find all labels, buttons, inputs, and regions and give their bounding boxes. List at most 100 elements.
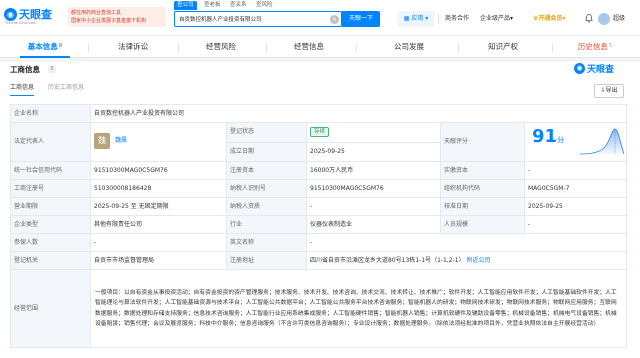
taxpayer-no-value: 91510300MAG0C5GM76 [306, 179, 441, 198]
reg-capital-label: 注册资本 [226, 161, 307, 180]
tab-company-dev[interactable]: 公司发展 [372, 36, 446, 58]
logo-eye-icon: ◉ [574, 63, 585, 74]
search-button[interactable]: 天眼一下 [342, 11, 380, 27]
nav-business-coop[interactable]: 商务合作 [445, 11, 469, 27]
approval-date-value: 2025-09-25 [523, 197, 628, 216]
search-tab-boss[interactable]: 查老板 [204, 1, 221, 10]
biz-reg-no-label: 工商注册号 [10, 179, 91, 198]
tab-basic-info-label: 基本信息 [27, 42, 58, 51]
slogan-banner: 都在用的商业查询工具 国家中小企业发展子基金旗下机构 [68, 7, 166, 27]
top-bar: ◉ 天眼查 TianYanCha.com 都在用的商业查询工具 国家中小企业发展… [0, 0, 640, 36]
user-avatar[interactable] [598, 13, 610, 25]
chevron-down-icon: ▾ [510, 15, 514, 22]
export-button[interactable]: ⇩导出 [594, 84, 624, 98]
reg-capital-value: 16000万人民币 [306, 161, 441, 180]
insured-value: - [90, 233, 227, 252]
credit-code-value: 91510300MAG0C5GM76 [90, 161, 227, 180]
org-code-label: 组织机构代码 [440, 179, 525, 198]
section-gap [0, 58, 640, 62]
tab-litigation[interactable]: 法律诉讼 [96, 36, 170, 58]
table-row: 工商注册号 510300008186428 纳税人识别号 91510300MAG… [10, 179, 628, 198]
tab-ip[interactable]: 知识产权 [466, 36, 540, 58]
insured-label: 参保人数 [10, 233, 91, 252]
company-type-value: 其他有限责任公司 [90, 215, 227, 234]
tab-history-count: 5 [608, 43, 613, 49]
score-distribution-chart [580, 128, 625, 155]
table-row: 企业名称 自贡数控机器人产业投资有限公司 [10, 104, 628, 123]
taxpayer-quali-value: - [306, 197, 441, 216]
logo-text: 天眼查 [19, 8, 52, 21]
search-box[interactable]: 自贡数控机器人产业投资有限公司 × [174, 11, 342, 27]
english-name-label: 英文名称 [226, 233, 307, 252]
english-name-value: - [305, 233, 628, 252]
nav-enterprise-products-label: 企业级产品 [480, 15, 511, 22]
subtab-history-biz-info[interactable]: 历史工商信息 [48, 82, 84, 96]
main-tabs: 基本信息8 法律诉讼 经营风险 经营信息 公司发展 知识产权 历史信息5 [0, 36, 640, 58]
tab-history[interactable]: 历史信息5 [560, 36, 630, 58]
legal-rep-cell: 魏 魏晨 [90, 122, 227, 162]
staff-size-value: - [523, 215, 628, 234]
section-logo-text: 天眼查 [587, 65, 615, 75]
authority-label: 登记机关 [10, 251, 91, 270]
scope-label: 经营范围 [10, 269, 91, 348]
paid-capital-label: 实缴资本 [440, 161, 525, 180]
search-tab-relation[interactable]: 查关系 [230, 1, 247, 10]
table-row: 经营范围 一般项目：以自有资金从事投资活动；自有资金投资的资产管理服务；技术服务… [10, 269, 628, 348]
tab-basic-info[interactable]: 基本信息8 [10, 36, 80, 58]
tab-divider [178, 43, 179, 52]
section-title: 工商信息 [10, 65, 40, 74]
taxpayer-quali-label: 纳税人资质 [226, 197, 307, 216]
app-menu-label: 应用 [411, 15, 424, 22]
search-input[interactable]: 自贡数控机器人产业投资有限公司 [179, 15, 329, 25]
legal-rep-avatar[interactable]: 魏 [94, 133, 110, 149]
subtab-biz-info[interactable]: 工商信息 [10, 82, 35, 96]
tab-divider [356, 43, 357, 52]
table-row: 营业期限 2025-09-25 至 无固定期限 纳税人资质 - 核准日期 202… [10, 197, 628, 216]
nearby-companies-link[interactable]: 附近公司 [467, 257, 491, 264]
address-value: 四川省自贡市沿滩区龙乡大道80号13栋1-1号（1-1,2-1） [310, 256, 465, 264]
app-menu[interactable]: ▦ 应用 ▾ [398, 11, 434, 27]
grid-icon: ▦ [403, 15, 410, 22]
tab-divider [88, 43, 89, 52]
biz-reg-no-value: 510300008186428 [90, 179, 227, 198]
authority-value: 自贡市市场监督管理局 [90, 251, 227, 270]
logo-eye-icon: ◉ [4, 8, 17, 21]
legal-rep-name[interactable]: 魏晨 [115, 137, 127, 145]
tab-divider [552, 43, 553, 52]
search-tab-risk[interactable]: 查风险 [256, 1, 273, 10]
org-code-value: MAG0C5GM-7 [523, 179, 628, 198]
nav-vip[interactable]: ♛开通会员▾ [533, 11, 565, 27]
nav-divider [438, 14, 439, 24]
tab-basic-info-count: 8 [58, 43, 63, 49]
chevron-down-icon: ▾ [425, 15, 429, 22]
term-label: 营业期限 [10, 197, 91, 216]
approval-date-label: 核准日期 [440, 197, 525, 216]
reg-status-cell: 存续 [306, 122, 441, 143]
tianyan-score-cell[interactable]: 91分 [523, 122, 628, 162]
tab-divider [266, 43, 267, 52]
status-badge: 存续 [310, 127, 330, 138]
tianyan-score-number: 91 [532, 126, 558, 147]
tianyan-score-value: 91分 [532, 127, 564, 150]
address-label: 注册地址 [226, 251, 307, 270]
tab-operating-info[interactable]: 经营信息 [272, 36, 346, 58]
taxpayer-no-label: 纳税人识别号 [226, 179, 307, 198]
section-watermark-logo: ◉ 天眼查 [574, 62, 636, 76]
staff-size-label: 人员规模 [440, 215, 525, 234]
industry-label: 行业 [226, 215, 307, 234]
logo-subtext: TianYanCha.com [5, 21, 37, 25]
biz-info-table: 企业名称 自贡数控机器人产业投资有限公司 法定代表人 魏 魏晨 登记状态 存续 … [10, 104, 628, 348]
search-tab-company[interactable]: 查公司 [174, 1, 197, 10]
site-logo[interactable]: ◉ 天眼查 TianYanCha.com [4, 6, 62, 28]
nav-enterprise-products[interactable]: 企业级产品▾ [480, 11, 513, 27]
established-label: 成立日期 [226, 141, 307, 162]
credit-code-label: 统一社会信用代码 [10, 161, 91, 180]
tab-operating-risk[interactable]: 经营风险 [184, 36, 258, 58]
nav-vip-label: 开通会员 [538, 15, 563, 22]
chevron-down-icon: ▾ [562, 15, 566, 22]
bell-icon[interactable] [585, 14, 593, 23]
table-row: 法定代表人 魏 魏晨 登记状态 存续 天眼评分 91分 [10, 122, 628, 162]
nav-user-name[interactable]: 超级 [613, 11, 625, 27]
clear-icon[interactable]: × [330, 15, 339, 24]
table-row: 企业类型 其他有限责任公司 行业 仪器仪表制造业 人员规模 - [10, 215, 628, 234]
